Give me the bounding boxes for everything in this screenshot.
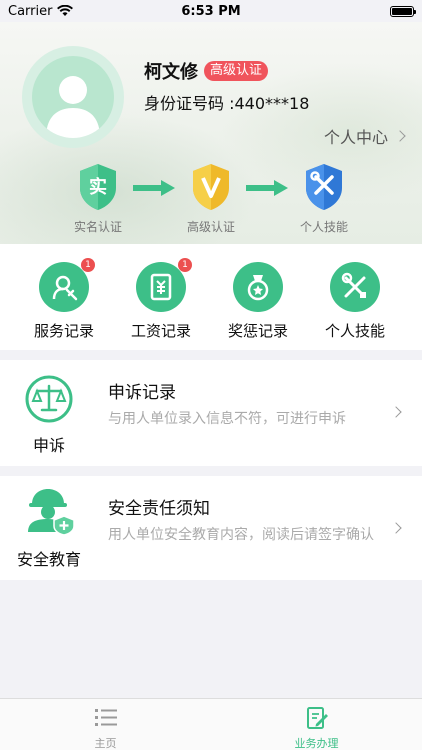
wifi-icon [57,5,74,16]
scales-icon [25,375,73,423]
quick-label: 工资记录 [130,322,191,340]
notification-badge: 1 [178,258,192,272]
list-icon [94,709,117,726]
profile-header: 柯文修 高级认证 身份证号码 :440***18 个人中心 实 实名认证 高级认… [0,22,422,244]
quick-skills[interactable]: 个人技能 [310,262,400,341]
worker-helmet-icon [28,489,75,536]
appeal-entry: 申诉 [0,360,98,466]
appeal-description: 与用人单位录入信息不符，可进行申诉 [108,411,346,427]
step-label: 个人技能 [299,220,348,234]
name-row: 柯文修 高级认证 [144,58,269,84]
appeal-card[interactable]: 申诉 申诉记录 与用人单位录入信息不符，可进行申诉 [0,360,422,466]
battery-icon [390,5,416,17]
quick-menu: 1 服务记录 1 工资记录 奖惩记录 个人技能 [0,244,422,350]
quick-label: 奖惩记录 [227,322,288,340]
reward-medal-icon [247,275,269,301]
avatar[interactable] [22,46,124,148]
personal-center-label: 个人中心 [323,128,388,147]
quick-label: 服务记录 [33,322,94,340]
shield-real-name-icon: 实 [80,164,116,210]
tab-label: 主页 [94,737,117,750]
personal-center-link[interactable]: 个人中心 [323,124,406,148]
safety-caption: 安全教育 [16,550,81,569]
chevron-right-icon [390,522,402,534]
quick-salary-record[interactable]: 1 工资记录 [116,258,206,341]
step-real-name[interactable]: 实 实名认证 [53,162,143,235]
user-name: 柯文修 [144,62,198,83]
carrier-label: Carrier [8,3,53,19]
safety-card[interactable]: 安全教育 安全责任须知 用人单位安全教育内容，阅读后请签字确认 [0,476,422,580]
safety-title: 安全责任须知 [108,499,210,519]
user-silhouette-icon [46,76,100,138]
level-badge: 高级认证 [204,61,269,81]
step-label: 实名认证 [73,220,122,234]
safety-entry: 安全教育 [0,476,98,580]
edit-document-icon [306,707,328,729]
chevron-right-icon [394,130,406,142]
tab-business[interactable]: 业务办理 [211,699,422,750]
safety-description: 用人单位安全教育内容，阅读后请签字确认 [108,527,374,543]
tab-label: 业务办理 [294,737,339,750]
status-bar: Carrier 6:53 PM [0,0,422,22]
quick-label: 个人技能 [324,322,385,340]
appeal-caption: 申诉 [32,436,65,455]
shield-tools-icon [306,164,342,210]
step-label: 高级认证 [186,220,235,234]
quick-service-record[interactable]: 1 服务记录 [19,258,109,341]
skills-tools-icon [341,272,366,298]
service-record-icon [52,275,78,301]
salary-record-icon [150,273,172,301]
id-number: 身份证号码 :440***18 [144,94,310,113]
svg-text:实: 实 [89,176,107,198]
chevron-right-icon [390,406,402,418]
step-skills[interactable]: 个人技能 [279,162,369,235]
quick-reward-record[interactable]: 奖惩记录 [213,262,303,341]
tab-bar: 主页 业务办理 [0,698,422,750]
tab-home[interactable]: 主页 [0,699,211,750]
certification-steps: 实 实名认证 高级认证 个人技能 [0,162,422,242]
step-advanced[interactable]: 高级认证 [166,162,256,235]
appeal-title: 申诉记录 [108,383,176,403]
shield-advanced-icon [193,164,229,210]
notification-badge: 1 [81,258,95,272]
